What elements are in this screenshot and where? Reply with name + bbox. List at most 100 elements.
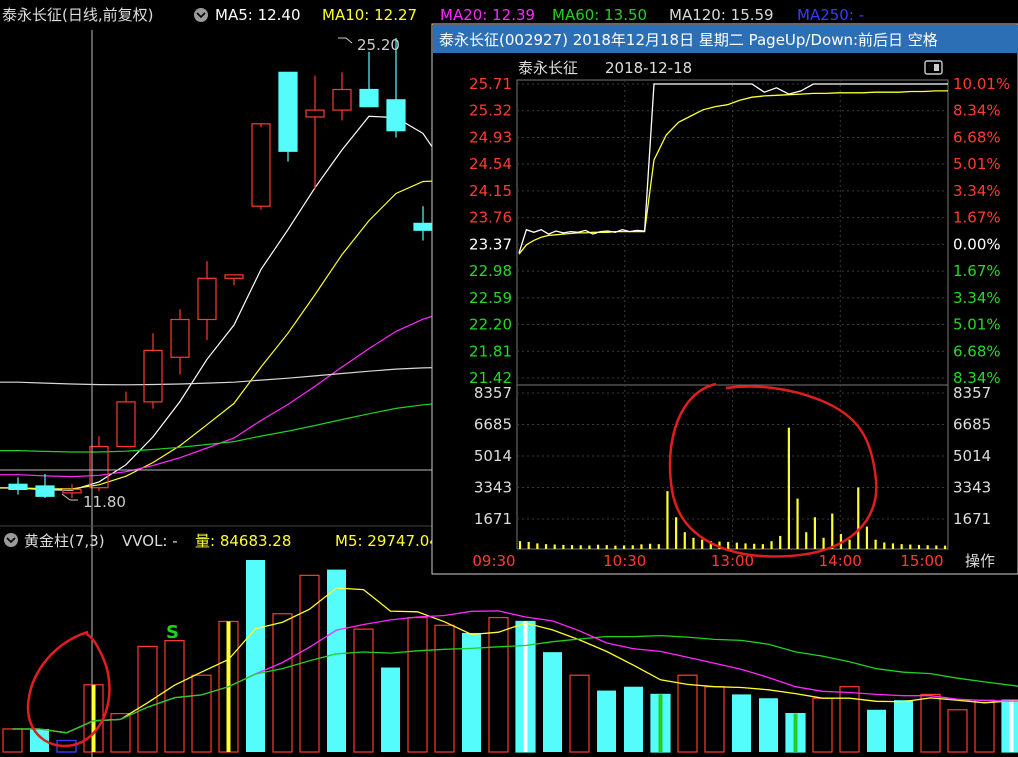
candle-body [359, 88, 379, 108]
indicator-title: 黄金柱(7,3) [24, 532, 105, 550]
percent-tick: 5.01% [953, 316, 1001, 334]
candle-body [332, 88, 352, 111]
percent-tick: 10.01% [953, 75, 1010, 93]
candle [116, 391, 136, 448]
moving-average-lines [0, 115, 478, 491]
candle-body [62, 488, 82, 494]
intraday-date: 2018-12-18 [605, 59, 692, 77]
time-tick: 14:00 [819, 552, 862, 570]
percent-tick: 3.34% [953, 289, 1001, 307]
candle [305, 75, 325, 190]
ma120-line [0, 365, 478, 386]
high-marker: 25.20 [338, 36, 400, 54]
percent-tick: 8.34% [953, 102, 1001, 120]
volume-bar [543, 652, 562, 752]
header-title: 泰永长征(日线,前复权) [2, 6, 153, 24]
percent-tick: 6.68% [953, 128, 1001, 146]
volume-bar [867, 709, 886, 752]
chevron-down-icon[interactable] [194, 8, 208, 22]
volume-bar-marker [1009, 700, 1014, 752]
volume-bar [488, 616, 509, 753]
price-tick: 24.54 [469, 155, 512, 173]
ma20-line [0, 300, 478, 478]
percent-tick: 1.67% [953, 262, 1001, 280]
price-tick: 22.98 [469, 262, 512, 280]
time-tick: 10:30 [603, 552, 646, 570]
volume-tick-right: 5014 [953, 447, 991, 465]
volume-bar [164, 640, 185, 753]
price-tick: 23.37 [469, 235, 512, 253]
ma20-legend: MA20: 12.39 [440, 6, 535, 24]
volume-bar [759, 698, 778, 752]
ma5-line [0, 115, 478, 491]
price-tick: 23.76 [469, 209, 512, 227]
volume-bar [704, 686, 725, 753]
candle [278, 71, 298, 162]
volume-bar-marker [793, 713, 798, 752]
volume-tick-right: 3343 [953, 479, 991, 497]
volume-bar-marker [523, 621, 528, 752]
candle-body [413, 222, 433, 231]
ma60-legend: MA60: 13.50 [552, 6, 647, 24]
price-tick: 25.71 [469, 75, 512, 93]
volume-bar [732, 694, 751, 752]
price-tick: 24.15 [469, 182, 512, 200]
price-tick: 22.59 [469, 289, 512, 307]
volume-bar [462, 632, 481, 752]
volume-bar [246, 560, 265, 752]
candle [413, 206, 433, 241]
vvol-legend: VVOL: - [122, 532, 178, 550]
volume-bar-marker [658, 694, 663, 752]
time-tick: 15:00 [900, 552, 943, 570]
volume-bar [920, 693, 941, 753]
candle-body [8, 483, 28, 491]
time-tick: 09:30 [472, 552, 515, 570]
volume-bar [894, 700, 913, 752]
candle-body [305, 109, 325, 118]
volume-bar [2, 728, 23, 753]
candle-body [35, 485, 55, 497]
percent-tick: 3.34% [953, 182, 1001, 200]
candle [35, 473, 55, 498]
volume-bar [434, 624, 455, 753]
candle-body [278, 71, 298, 152]
volume-tick-right: 1671 [953, 510, 991, 528]
candle [143, 333, 163, 409]
price-tick: 22.20 [469, 316, 512, 334]
candle-body [386, 99, 406, 132]
ma10-legend: MA10: 12.27 [322, 6, 417, 24]
volume-bars [2, 560, 1018, 753]
header-legend: 泰永长征(日线,前复权) MA5: 12.40 MA10: 12.27 MA20… [2, 6, 864, 24]
candle [224, 274, 244, 286]
volume-bar [624, 686, 643, 752]
volume-bar [299, 574, 320, 753]
volume-tick-left: 3343 [474, 479, 512, 497]
volume-bar [974, 699, 995, 753]
intraday-popup[interactable]: 泰永长征(002927) 2018年12月18日 星期二 PageUp/Down… [431, 23, 1018, 575]
ma10-line [0, 178, 478, 490]
volume-bar [677, 674, 698, 753]
volume-bar [327, 569, 346, 752]
volume-bar [839, 686, 860, 753]
m5-legend: M5: 29747.04 [335, 532, 439, 550]
candle-body [116, 401, 136, 448]
volume-tick-right: 6685 [953, 416, 991, 434]
popup-frame [431, 23, 1018, 575]
operate-button[interactable]: 操作 [965, 552, 995, 570]
volume-bar-marker [91, 684, 96, 752]
volume-legend: 量: 84683.28 [195, 532, 291, 550]
volume-bar [407, 616, 428, 753]
volume-bar [812, 697, 833, 753]
high-label: 25.20 [357, 36, 400, 54]
price-tick: 21.81 [469, 342, 512, 360]
candlestick-pane: 25.20 11.80 [0, 30, 487, 757]
volume-bar [947, 709, 968, 753]
volume-bar [381, 667, 400, 752]
candle-body [224, 274, 244, 279]
ma60-line [0, 398, 478, 453]
percent-tick: 0.00% [953, 235, 1001, 253]
candle [197, 261, 217, 341]
volume-tick-left: 1671 [474, 510, 512, 528]
chevron-down-icon[interactable] [4, 533, 18, 547]
volume-tick-right: 8357 [953, 384, 991, 402]
